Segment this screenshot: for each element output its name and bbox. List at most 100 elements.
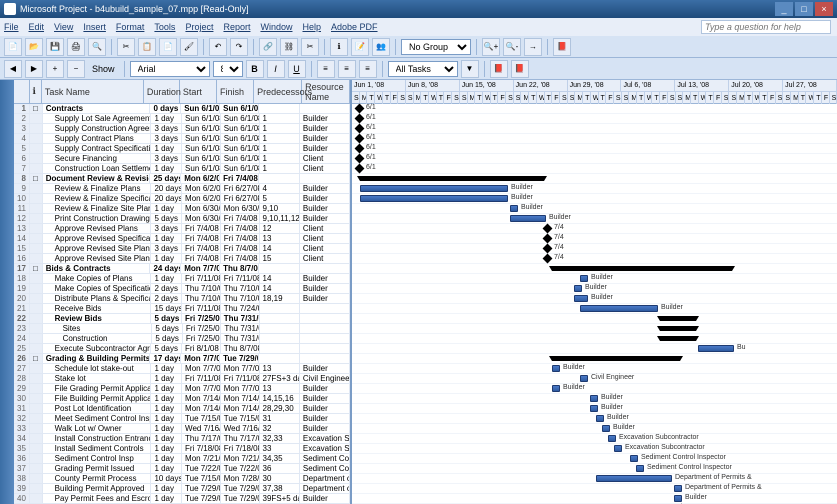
unlink-button[interactable]: ⛓: [280, 38, 298, 56]
gantt-bar[interactable]: [510, 205, 518, 212]
align-left-button[interactable]: ≡: [317, 60, 335, 78]
gantt-bar[interactable]: [510, 215, 546, 222]
gantt-chart[interactable]: Jun 1, '08Jun 8, '08Jun 15, '08Jun 22, '…: [352, 80, 837, 504]
table-row[interactable]: 23Sites5 daysFri 7/25/08Thu 7/31/08: [14, 324, 350, 334]
table-row[interactable]: 12Print Construction Drawings5 daysMon 6…: [14, 214, 350, 224]
table-row[interactable]: 1□Contracts0 daysSun 6/1/08Sun 6/1/08: [14, 104, 350, 114]
table-row[interactable]: 28Stake lot1 dayFri 7/11/08Fri 7/11/0827…: [14, 374, 350, 384]
assign-button[interactable]: 👥: [372, 38, 390, 56]
table-row[interactable]: 34Install Construction Entrance1 dayThu …: [14, 434, 350, 444]
table-row[interactable]: 3Supply Construction Agreement3 daysSun …: [14, 124, 350, 134]
table-row[interactable]: 32Meet Sediment Control Inspector1 dayTu…: [14, 414, 350, 424]
gantt-bar[interactable]: [543, 234, 553, 244]
minimize-button[interactable]: _: [775, 2, 793, 16]
gantt-bar[interactable]: [355, 104, 365, 114]
gantt-bar[interactable]: [660, 316, 696, 321]
table-row[interactable]: 21Receive Bids15 daysFri 7/11/08Thu 7/24…: [14, 304, 350, 314]
italic-button[interactable]: I: [267, 60, 285, 78]
gantt-bar[interactable]: [636, 465, 644, 472]
table-row[interactable]: 10Review & Finalize Specifications20 day…: [14, 194, 350, 204]
table-row[interactable]: 37Grading Permit Issued1 dayTue 7/22/08T…: [14, 464, 350, 474]
menu-adobepdf[interactable]: Adobe PDF: [331, 22, 378, 32]
show-button[interactable]: +: [46, 60, 64, 78]
table-row[interactable]: 30File Building Permit Application1 dayM…: [14, 394, 350, 404]
font-select[interactable]: Arial: [130, 61, 210, 77]
indent-button[interactable]: ▶: [25, 60, 43, 78]
save-button[interactable]: 💾: [46, 38, 64, 56]
gantt-bar[interactable]: [660, 336, 696, 341]
gantt-bar[interactable]: [580, 375, 588, 382]
gantt-bar[interactable]: [614, 445, 622, 452]
table-row[interactable]: 19Make Copies of Specifications2 daysThu…: [14, 284, 350, 294]
align-center-button[interactable]: ≡: [338, 60, 356, 78]
hide-button[interactable]: −: [67, 60, 85, 78]
gantt-bar[interactable]: [674, 495, 682, 502]
goto-button[interactable]: →: [524, 38, 542, 56]
table-row[interactable]: 7Construction Loan Settlement1 daySun 6/…: [14, 164, 350, 174]
zoom-out-button[interactable]: 🔍-: [503, 38, 521, 56]
link-button[interactable]: 🔗: [259, 38, 277, 56]
table-row[interactable]: 17□Bids & Contracts24 daysMon 7/7/08Thu …: [14, 264, 350, 274]
gantt-bar[interactable]: [543, 254, 553, 264]
gantt-bar[interactable]: [574, 295, 588, 302]
table-row[interactable]: 11Review & Finalize Site Plan1 dayMon 6/…: [14, 204, 350, 214]
copy-button[interactable]: 📋: [138, 38, 156, 56]
gantt-bar[interactable]: [596, 475, 672, 482]
menu-view[interactable]: View: [54, 22, 73, 32]
table-row[interactable]: 25Execute Subcontractor Agreements5 days…: [14, 344, 350, 354]
table-row[interactable]: 27Schedule lot stake-out1 dayMon 7/7/08M…: [14, 364, 350, 374]
redo-button[interactable]: ↷: [230, 38, 248, 56]
table-row[interactable]: 22Review Bids5 daysFri 7/25/08Thu 7/31/0…: [14, 314, 350, 324]
gantt-bar[interactable]: [596, 415, 604, 422]
table-row[interactable]: 4Supply Contract Plans3 daysSun 6/1/08Su…: [14, 134, 350, 144]
gantt-bar[interactable]: [660, 326, 696, 331]
gantt-bar[interactable]: [608, 435, 616, 442]
close-button[interactable]: ×: [815, 2, 833, 16]
cut-button[interactable]: ✂: [117, 38, 135, 56]
menu-project[interactable]: Project: [185, 22, 213, 32]
table-row[interactable]: 8□Document Review & Revision25 daysMon 6…: [14, 174, 350, 184]
gantt-bar[interactable]: [630, 455, 638, 462]
gantt-bar[interactable]: [590, 395, 598, 402]
gantt-bar[interactable]: [355, 114, 365, 124]
gantt-bar[interactable]: [602, 425, 610, 432]
bold-button[interactable]: B: [246, 60, 264, 78]
gantt-bar[interactable]: [355, 164, 365, 174]
table-row[interactable]: 38County Permit Process10 daysTue 7/15/0…: [14, 474, 350, 484]
help-search-input[interactable]: [701, 20, 831, 34]
gantt-bar[interactable]: [355, 124, 365, 134]
gantt-bar[interactable]: [580, 275, 588, 282]
col-indicator[interactable]: ℹ: [30, 80, 42, 103]
pdf2-button[interactable]: 📕: [490, 60, 508, 78]
menu-tools[interactable]: Tools: [154, 22, 175, 32]
table-row[interactable]: 36Sediment Control Insp1 dayMon 7/21/08M…: [14, 454, 350, 464]
gantt-bar[interactable]: [574, 285, 582, 292]
split-button[interactable]: ✂: [301, 38, 319, 56]
col-taskname[interactable]: Task Name: [42, 80, 144, 103]
table-row[interactable]: 18Make Copies of Plans1 dayFri 7/11/08Fr…: [14, 274, 350, 284]
table-row[interactable]: 35Install Sediment Controls1 dayFri 7/18…: [14, 444, 350, 454]
menu-insert[interactable]: Insert: [83, 22, 106, 32]
gantt-bar[interactable]: [552, 385, 560, 392]
gantt-bar[interactable]: [360, 195, 508, 202]
col-duration[interactable]: Duration: [144, 80, 180, 103]
gantt-bar[interactable]: [543, 224, 553, 234]
col-start[interactable]: Start: [180, 80, 217, 103]
menu-format[interactable]: Format: [116, 22, 145, 32]
info-button[interactable]: ℹ: [330, 38, 348, 56]
table-row[interactable]: 14Approve Revised Specifications1 dayFri…: [14, 234, 350, 244]
table-row[interactable]: 31Post Lot Identification1 dayMon 7/14/0…: [14, 404, 350, 414]
col-resource[interactable]: Resource Name: [302, 80, 350, 103]
group-select[interactable]: No Group: [401, 39, 471, 55]
maximize-button[interactable]: □: [795, 2, 813, 16]
table-row[interactable]: 6Secure Financing3 daysSun 6/1/08Sun 6/1…: [14, 154, 350, 164]
menu-edit[interactable]: Edit: [29, 22, 45, 32]
table-row[interactable]: 24Construction5 daysFri 7/25/08Thu 7/31/…: [14, 334, 350, 344]
table-row[interactable]: 39Building Permit Approved1 dayTue 7/29/…: [14, 484, 350, 494]
table-row[interactable]: 33Walk Lot w/ Owner1 dayWed 7/16/08Wed 7…: [14, 424, 350, 434]
table-row[interactable]: 2Supply Lot Sale Agreement1 daySun 6/1/0…: [14, 114, 350, 124]
menu-window[interactable]: Window: [260, 22, 292, 32]
outdent-button[interactable]: ◀: [4, 60, 22, 78]
undo-button[interactable]: ↶: [209, 38, 227, 56]
gantt-bar[interactable]: [552, 356, 680, 361]
